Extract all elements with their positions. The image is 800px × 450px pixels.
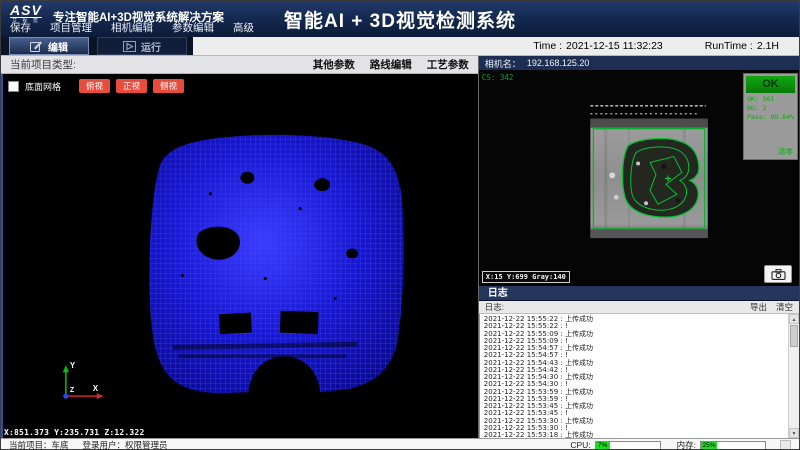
menu-item[interactable]: 项目管理	[50, 20, 92, 35]
log-label: 日志:	[485, 301, 504, 313]
header: ASV 艾 视 觉 专注智能AI+3D视觉系统解决方案 智能AI + 3D视觉检…	[1, 1, 799, 37]
edit-pencil-icon	[30, 41, 43, 52]
camera-header: 相机名： 192.168.125.20	[479, 56, 799, 71]
right-panel: 相机名： 192.168.125.20 CS: 342	[478, 56, 799, 438]
3d-toolbar: 底面网格 俯视正视侧视	[8, 79, 184, 93]
view-button[interactable]: 正视	[116, 79, 147, 93]
log-list[interactable]: 2021-12-22 15:55:22 : 上传成功2021-12-22 15:…	[479, 314, 799, 438]
stats-lines: OK: 561NG: 2Pass: 99.64%	[746, 95, 795, 122]
point-cloud-object	[149, 135, 403, 393]
param-link[interactable]: 路线编辑	[370, 57, 412, 72]
logo-text: ASV	[10, 4, 42, 18]
view-button[interactable]: 侧视	[153, 79, 184, 93]
user-label: 登录用户：	[83, 439, 126, 450]
time-label: Time :	[533, 40, 562, 52]
bottom-grid-label: 底面网格	[25, 80, 61, 93]
cursor-coords-readout: X:851.373 Y:235.731 Z:12.322	[4, 428, 144, 437]
user-value: 权限管理员	[125, 439, 168, 450]
snapshot-button[interactable]	[764, 265, 792, 283]
axis-gizmo: Y X Z	[63, 361, 104, 399]
log-scrollbar[interactable]: ▲ ▼	[788, 314, 799, 438]
axis-z-label: Z	[70, 387, 75, 394]
memory-meter: 内存: 25%	[677, 439, 766, 450]
log-panel-title: 日志	[479, 286, 799, 301]
tabs: 编辑 运行	[1, 37, 193, 55]
left-panel: 当前项目类型: 其他参数路线编辑工艺参数 底面网格 俯视正视侧视	[1, 56, 478, 438]
memory-fill: 25%	[701, 442, 717, 449]
param-links: 其他参数路线编辑工艺参数	[313, 57, 469, 72]
export-link[interactable]: 导出	[750, 301, 767, 313]
stats-panel: OK OK: 561NG: 2Pass: 99.64% 清零	[743, 73, 798, 160]
tab-run[interactable]: 运行	[97, 37, 187, 55]
view-buttons: 俯视正视侧视	[79, 79, 184, 93]
log-toolbar: 日志: 导出 清空	[479, 301, 799, 314]
menu-item[interactable]: 参数编辑	[172, 20, 214, 35]
project-type-label: 当前项目类型:	[10, 57, 76, 72]
status-bar: 当前项目： 车底 登录用户： 权限管理员 CPU: 7% 内存: 25%	[1, 438, 799, 450]
main-area: 当前项目类型: 其他参数路线编辑工艺参数 底面网格 俯视正视侧视	[1, 56, 799, 438]
time-value: 2021-12-15 11:32:23	[566, 40, 663, 52]
app-window: ASV 艾 视 觉 专注智能AI+3D视觉系统解决方案 智能AI + 3D视觉检…	[0, 0, 800, 450]
point-cloud-canvas: Y X Z	[1, 74, 478, 437]
cpu-fill: 7%	[596, 442, 610, 449]
axis-y-label: Y	[70, 361, 76, 370]
memory-label: 内存:	[677, 439, 696, 450]
tab-edit[interactable]: 编辑	[9, 37, 89, 55]
cpu-meter: CPU: 7%	[570, 440, 660, 450]
pixel-readout: X:15 Y:699 Gray:140	[482, 271, 570, 283]
tab-edit-label: 编辑	[48, 39, 68, 54]
status-badge: OK	[746, 76, 795, 93]
system-time: Time : 2021-12-15 11:32:23	[533, 40, 663, 52]
param-link[interactable]: 其他参数	[313, 57, 355, 72]
cpu-label: CPU:	[570, 440, 590, 450]
reset-counters-link[interactable]: 清零	[778, 146, 795, 157]
system-meters: CPU: 7% 内存: 25%	[570, 439, 780, 450]
project-value: 车底	[52, 439, 69, 450]
clear-link[interactable]: 清空	[776, 301, 793, 313]
scrollbar-thumb[interactable]	[790, 325, 798, 347]
camera-name-label: 相机名：	[485, 57, 521, 70]
log-entry: 2021-12-22 15:53:18 : 上传成功	[484, 432, 785, 438]
bottom-grid-checkbox[interactable]	[8, 81, 19, 92]
menu-item[interactable]: 高级	[233, 20, 254, 35]
time-bar: Time : 2021-12-15 11:32:23 RunTime : 2.1H	[193, 37, 799, 55]
3d-viewport[interactable]: 底面网格 俯视正视侧视	[1, 74, 478, 438]
scroll-corner	[780, 440, 791, 450]
menu-item[interactable]: 相机编辑	[111, 20, 153, 35]
camera-icon	[771, 269, 786, 280]
menu-bar: 保存 项目管理 相机编辑 参数编辑 高级	[10, 20, 254, 35]
project-label: 当前项目：	[9, 439, 52, 450]
scroll-down-icon[interactable]: ▼	[789, 428, 799, 438]
stat-line: NG: 2	[746, 104, 795, 113]
view-button[interactable]: 俯视	[79, 79, 110, 93]
stat-line: OK: 561	[746, 95, 795, 104]
menu-item[interactable]: 保存	[10, 20, 31, 35]
run-play-icon	[123, 41, 136, 52]
stat-line: Pass: 99.64%	[746, 113, 795, 122]
camera-ip: 192.168.125.20	[527, 58, 590, 68]
page-title: 智能AI + 3D视觉检测系统	[284, 6, 516, 33]
param-link[interactable]: 工艺参数	[427, 57, 469, 72]
tab-row: 编辑 运行 Time : 2021-12-15 11:32:23 RunTime …	[1, 37, 799, 56]
camera-view[interactable]: CS: 342	[479, 71, 799, 286]
axis-x-label: X	[93, 384, 99, 393]
project-type-bar: 当前项目类型: 其他参数路线编辑工艺参数	[1, 56, 478, 74]
scroll-up-icon[interactable]: ▲	[789, 314, 799, 324]
runtime-label: RunTime :	[705, 40, 753, 52]
tab-run-label: 运行	[141, 39, 161, 54]
run-time: RunTime : 2.1H	[705, 40, 779, 52]
runtime-value: 2.1H	[757, 40, 779, 52]
